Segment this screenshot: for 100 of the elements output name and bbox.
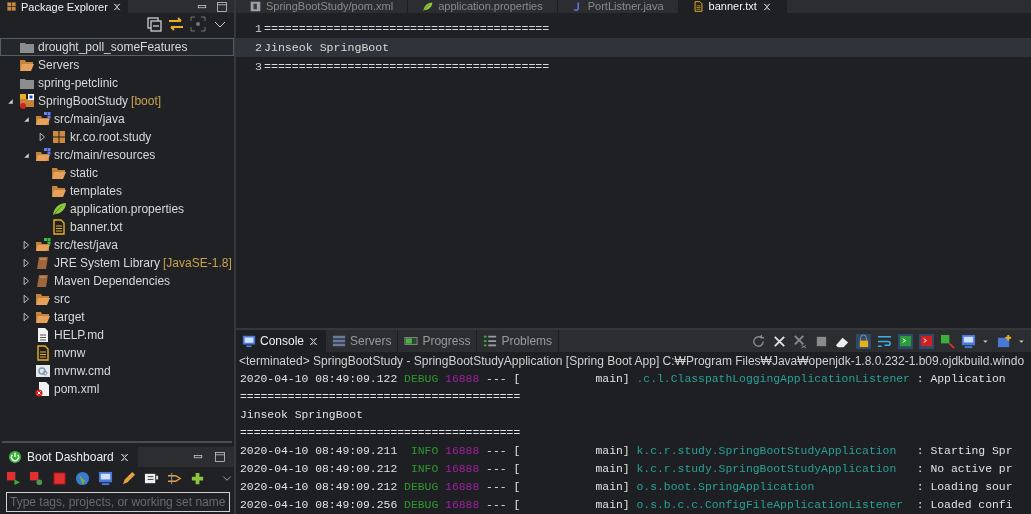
tree-item[interactable]: drought_poll_someFeatures: [0, 38, 234, 56]
log-thread: [ main]: [513, 498, 630, 513]
log-message: : Application: [916, 372, 1006, 387]
file-error-icon: [35, 381, 51, 397]
maximize-icon[interactable]: [216, 1, 228, 13]
console-status: <terminated> SpringBootStudy - SpringBootStudyApplication [Spring Boot App] C:₩Program Files₩Java₩openjdk-1.8.0.232-1.b09.ojdkbuild.windo: [238, 353, 1026, 370]
monitor-icon[interactable]: [961, 333, 976, 349]
log-level: DEBUG: [404, 480, 439, 495]
view-tab[interactable]: Console: [236, 330, 327, 352]
remove-all-icon[interactable]: [793, 333, 808, 349]
editor-tab[interactable]: SpringBootStudy/pom.xml: [236, 0, 409, 13]
file-icon: [250, 1, 261, 12]
document-icon: [51, 219, 67, 235]
tree-label: mvnw.cmd: [54, 363, 111, 380]
progress-icon: [404, 334, 419, 348]
filter-field[interactable]: Type tags, projects, or working set name: [6, 492, 230, 512]
tree-item[interactable]: src/main/java: [0, 110, 234, 128]
pencil-icon[interactable]: [121, 470, 136, 486]
log-separator: ---: [486, 480, 507, 495]
tree-item[interactable]: target: [0, 308, 234, 326]
close-icon[interactable]: [111, 1, 122, 12]
focus-icon[interactable]: [190, 16, 206, 32]
log-pid: 16888: [445, 480, 480, 495]
list-icon: [483, 334, 498, 348]
merge-icon[interactable]: [167, 470, 182, 486]
expand-toggle-icon[interactable]: [37, 132, 47, 142]
plus-icon[interactable]: [190, 470, 205, 486]
tree-item[interactable]: static: [0, 164, 234, 182]
new-console-icon[interactable]: [997, 333, 1012, 349]
leaf-icon: [51, 201, 67, 217]
log-message: : Loading sour: [916, 480, 1013, 495]
folder-icon: [19, 57, 35, 73]
lock-icon[interactable]: [856, 333, 871, 349]
monitor-icon[interactable]: [98, 470, 113, 486]
tree-item[interactable]: src/main/resources: [0, 146, 234, 164]
tree-item[interactable]: mvnw.cmd: [0, 362, 234, 380]
collapse-all-icon[interactable]: [146, 16, 162, 32]
tree-label: Servers: [38, 57, 80, 74]
view-tab[interactable]: Servers: [326, 330, 399, 352]
tree-item[interactable]: src: [0, 290, 234, 308]
console-text: =========================================: [240, 390, 521, 405]
console-icon[interactable]: [919, 333, 934, 349]
tree-item[interactable]: JRE System Library [JavaSE-1.8]: [0, 254, 234, 272]
editor-tab[interactable]: banner.txt: [678, 0, 787, 13]
folder-icon: [51, 165, 67, 181]
source-folder-icon: [35, 237, 51, 253]
tree-item[interactable]: kr.co.root.study: [0, 128, 234, 146]
log-level: DEBUG: [404, 498, 439, 513]
tree-item[interactable]: application.properties: [0, 200, 234, 218]
tree-item[interactable]: HELP.md: [0, 326, 234, 344]
source-folder-icon: [35, 147, 51, 163]
link-icon[interactable]: [168, 16, 184, 32]
tree-label: application.properties: [70, 201, 185, 218]
refresh-icon[interactable]: [751, 333, 766, 349]
package-icon: [6, 1, 17, 12]
tree-item[interactable]: spring-petclinic: [0, 74, 234, 92]
code-line: =========================================: [264, 58, 550, 75]
line-number: 2: [254, 39, 263, 56]
view-tab[interactable]: Boot Dashboard: [0, 447, 138, 467]
view-tab[interactable]: Progress: [398, 330, 478, 352]
log-message: : Starting Spr: [916, 444, 1013, 459]
project-icon: [19, 93, 35, 109]
log-time: 2020-04-10 08:49:09.122: [240, 372, 398, 387]
maximize-icon[interactable]: [214, 451, 226, 463]
tree-label: src: [54, 291, 70, 308]
globe-icon[interactable]: [75, 470, 90, 486]
word-wrap-icon[interactable]: [877, 333, 892, 349]
tree-label: spring-petclinic: [38, 75, 119, 92]
tree-label: Maven Dependencies: [54, 273, 171, 290]
close-icon[interactable]: [118, 451, 130, 463]
debug-icon[interactable]: [29, 470, 44, 486]
log-pid: 16888: [445, 372, 480, 387]
view-tab[interactable]: Package Explorer: [0, 0, 128, 13]
view-tab[interactable]: Problems: [477, 330, 560, 352]
editor-tab[interactable]: application.properties: [408, 0, 558, 13]
folder-icon: [35, 291, 51, 307]
tree-item[interactable]: src/test/java: [0, 236, 234, 254]
tree-label: pom.xml: [54, 381, 100, 398]
tree-item[interactable]: mvnw: [0, 344, 234, 362]
stop-icon[interactable]: [52, 470, 67, 486]
log-level: DEBUG: [404, 372, 439, 387]
close-icon[interactable]: [761, 1, 772, 12]
tree-item[interactable]: Maven Dependencies: [0, 272, 234, 290]
editor-tab[interactable]: PortListner.java: [557, 0, 679, 13]
start-icon[interactable]: [6, 470, 21, 486]
tree-item[interactable]: Servers: [0, 56, 234, 74]
line-number: 3: [254, 58, 263, 75]
tree-item[interactable]: templates: [0, 182, 234, 200]
tree-item[interactable]: SpringBootStudy [boot]: [0, 92, 234, 110]
log-message: : Loaded confi: [916, 498, 1013, 513]
document-icon: [35, 345, 51, 361]
tree-label: banner.txt: [70, 219, 123, 236]
close-icon[interactable]: [772, 333, 787, 349]
log-thread: [ main]: [513, 480, 630, 495]
tree-item[interactable]: banner.txt: [0, 218, 234, 236]
tree-decoration: [JavaSE-1.8]: [163, 255, 232, 272]
close-icon[interactable]: [308, 335, 320, 347]
line-number: 1: [254, 20, 263, 37]
console-icon[interactable]: [898, 333, 913, 349]
tree-item[interactable]: pom.xml: [0, 380, 234, 398]
